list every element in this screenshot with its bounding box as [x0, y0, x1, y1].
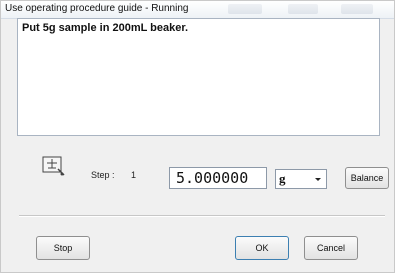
balance-button[interactable]: Balance	[345, 167, 389, 189]
dialog-window: Use operating procedure guide - Running …	[0, 0, 395, 273]
instruction-panel: Put 5g sample in 200mL beaker.	[17, 18, 380, 136]
cancel-button[interactable]: Cancel	[304, 236, 358, 260]
title-bar[interactable]: Use operating procedure guide - Running	[1, 1, 394, 19]
unit-dropdown[interactable]: g	[275, 169, 327, 189]
step-value: 1	[131, 170, 137, 180]
amount-input[interactable]: 5.000000	[169, 167, 267, 189]
step-label: Step :	[91, 170, 115, 180]
unit-selected-value: g	[279, 171, 286, 186]
maximize-button[interactable]	[288, 4, 318, 14]
measure-icon	[42, 156, 65, 176]
instruction-text: Put 5g sample in 200mL beaker.	[22, 22, 189, 34]
divider	[19, 215, 385, 217]
chevron-down-icon	[315, 178, 321, 181]
window-title: Use operating procedure guide - Running	[5, 3, 189, 14]
ok-button[interactable]: OK	[235, 236, 289, 260]
stop-button[interactable]: Stop	[36, 236, 90, 260]
minimize-button[interactable]	[228, 4, 262, 14]
close-button[interactable]	[341, 4, 373, 14]
